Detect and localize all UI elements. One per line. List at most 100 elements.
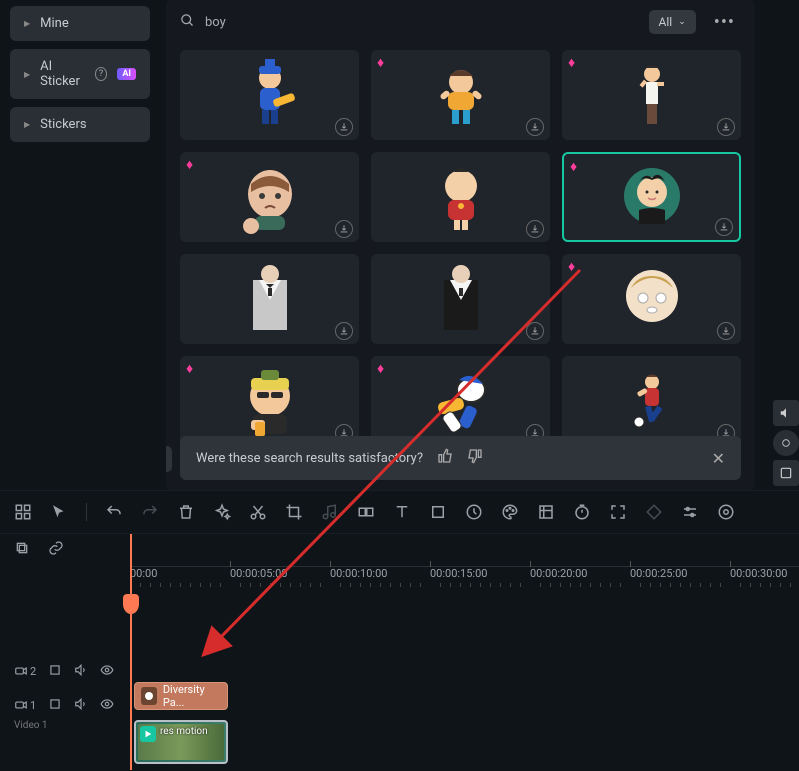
track-box-icon[interactable] [48, 697, 62, 714]
speed-tool[interactable] [465, 503, 483, 521]
download-button[interactable] [526, 322, 544, 340]
download-button[interactable] [715, 218, 733, 236]
boy-sticker-icon [235, 362, 305, 440]
premium-icon: ♦ [568, 258, 575, 275]
sticker-grid: ♦ ♦ ♦ ♦ [166, 44, 755, 452]
track-eye-icon[interactable] [100, 697, 114, 714]
sticker-tile[interactable]: ♦ [180, 356, 359, 446]
more-menu[interactable]: ••• [708, 12, 741, 33]
feedback-bar: Were these search results satisfactory? … [180, 436, 741, 480]
boy-sticker-icon [426, 158, 496, 236]
markers-tool[interactable] [537, 503, 555, 521]
text-tool[interactable] [393, 503, 411, 521]
ai-tool[interactable] [213, 503, 231, 521]
download-button[interactable] [335, 118, 353, 136]
track-row-video: 1 [0, 688, 799, 722]
adjust-tool[interactable] [681, 503, 699, 521]
sticker-tile[interactable]: ♦ [371, 356, 550, 446]
sticker-tile[interactable]: ♦ [562, 254, 741, 344]
record-button[interactable] [773, 430, 799, 456]
panel-header: boy All ⌄ ••• [166, 0, 755, 44]
filter-label: All [659, 15, 673, 29]
collapse-sidebar-button[interactable]: ‹ [166, 446, 172, 472]
playhead[interactable] [130, 534, 132, 770]
settings-button[interactable] [773, 460, 799, 486]
transition-tool[interactable] [357, 503, 375, 521]
playhead-handle[interactable] [123, 594, 139, 614]
download-button[interactable] [526, 220, 544, 238]
redo-button[interactable] [141, 503, 159, 521]
boy-sticker-icon [426, 56, 496, 134]
select-tool[interactable] [50, 503, 68, 521]
box-tool[interactable] [429, 503, 447, 521]
grid-tool[interactable] [14, 503, 32, 521]
video-clip[interactable]: res motion [134, 720, 228, 764]
boy-sticker-icon [617, 158, 687, 236]
premium-icon: ♦ [186, 360, 193, 377]
download-button[interactable] [717, 322, 735, 340]
track-cam-icon[interactable]: 1 [14, 698, 36, 712]
sticker-tile[interactable] [371, 152, 550, 242]
track-mute-icon[interactable] [74, 697, 88, 714]
boy-sticker-icon [617, 56, 687, 134]
preview-column [761, 0, 799, 490]
sticker-tile[interactable]: ♦ [371, 50, 550, 140]
filter-dropdown[interactable]: All ⌄ [649, 10, 696, 34]
time-ruler[interactable]: 00:0000:00:05:0000:00:10:0000:00:15:0000… [130, 566, 799, 594]
delete-button[interactable] [177, 503, 195, 521]
undo-button[interactable] [105, 503, 123, 521]
link-button[interactable] [48, 540, 64, 560]
sticker-tile[interactable] [371, 254, 550, 344]
sticker-tile-selected[interactable]: ♦ [562, 152, 741, 242]
mute-button[interactable] [773, 400, 799, 426]
download-button[interactable] [526, 118, 544, 136]
ai-badge: AI [117, 68, 136, 80]
sticker-tile[interactable] [180, 50, 359, 140]
clip-label: res motion [160, 726, 208, 737]
play-icon [140, 726, 156, 742]
ruler-mark: 00:00:10:00 [330, 567, 387, 580]
sticker-tile[interactable] [180, 254, 359, 344]
sidebar-item-ai-sticker[interactable]: ▶ AI Sticker ? AI [10, 49, 150, 99]
timer-tool[interactable] [573, 503, 591, 521]
sidebar-item-stickers[interactable]: ▶ Stickers [10, 107, 150, 142]
thumbs-up-button[interactable] [437, 448, 453, 468]
ruler-mark: 00:00:15:00 [430, 567, 487, 580]
track-eye-icon[interactable] [100, 663, 114, 680]
timeline: 00:0000:00:05:0000:00:10:0000:00:15:0000… [0, 534, 799, 770]
expand-tool[interactable] [609, 503, 627, 521]
boy-sticker-icon [235, 260, 305, 338]
download-button[interactable] [717, 118, 735, 136]
download-button[interactable] [335, 220, 353, 238]
sticker-tile[interactable] [562, 356, 741, 446]
track-box-icon[interactable] [48, 663, 62, 680]
chevron-right-icon: ▶ [24, 120, 30, 129]
chevron-right-icon: ▶ [24, 19, 30, 28]
duplicate-button[interactable] [14, 540, 30, 560]
ruler-mark: 00:00:30:00 [730, 567, 787, 580]
more-tool[interactable] [717, 503, 735, 521]
color-tool[interactable] [501, 503, 519, 521]
sticker-clip[interactable]: Diversity Pa... [134, 682, 228, 710]
track-cam-icon[interactable]: 2 [14, 664, 36, 678]
keyframe-tool[interactable] [645, 503, 663, 521]
toolbar [0, 490, 799, 534]
chevron-down-icon: ⌄ [678, 17, 686, 27]
thumbs-down-button[interactable] [467, 448, 483, 468]
audio-tool[interactable] [321, 503, 339, 521]
boy-sticker-icon [617, 260, 687, 338]
crop-tool[interactable] [285, 503, 303, 521]
premium-icon: ♦ [568, 54, 575, 71]
sticker-tile[interactable]: ♦ [180, 152, 359, 242]
sticker-tile[interactable]: ♦ [562, 50, 741, 140]
sidebar-item-mine[interactable]: ▶ Mine [10, 6, 150, 41]
search-input[interactable]: boy [180, 13, 637, 32]
download-button[interactable] [335, 322, 353, 340]
premium-icon: ♦ [377, 54, 384, 71]
track-mute-icon[interactable] [74, 663, 88, 680]
sidebar-label: Stickers [40, 117, 86, 132]
sticker-clip-icon [141, 687, 157, 705]
close-feedback-button[interactable]: ✕ [712, 449, 725, 468]
cut-tool[interactable] [249, 503, 267, 521]
help-icon[interactable]: ? [95, 67, 108, 81]
